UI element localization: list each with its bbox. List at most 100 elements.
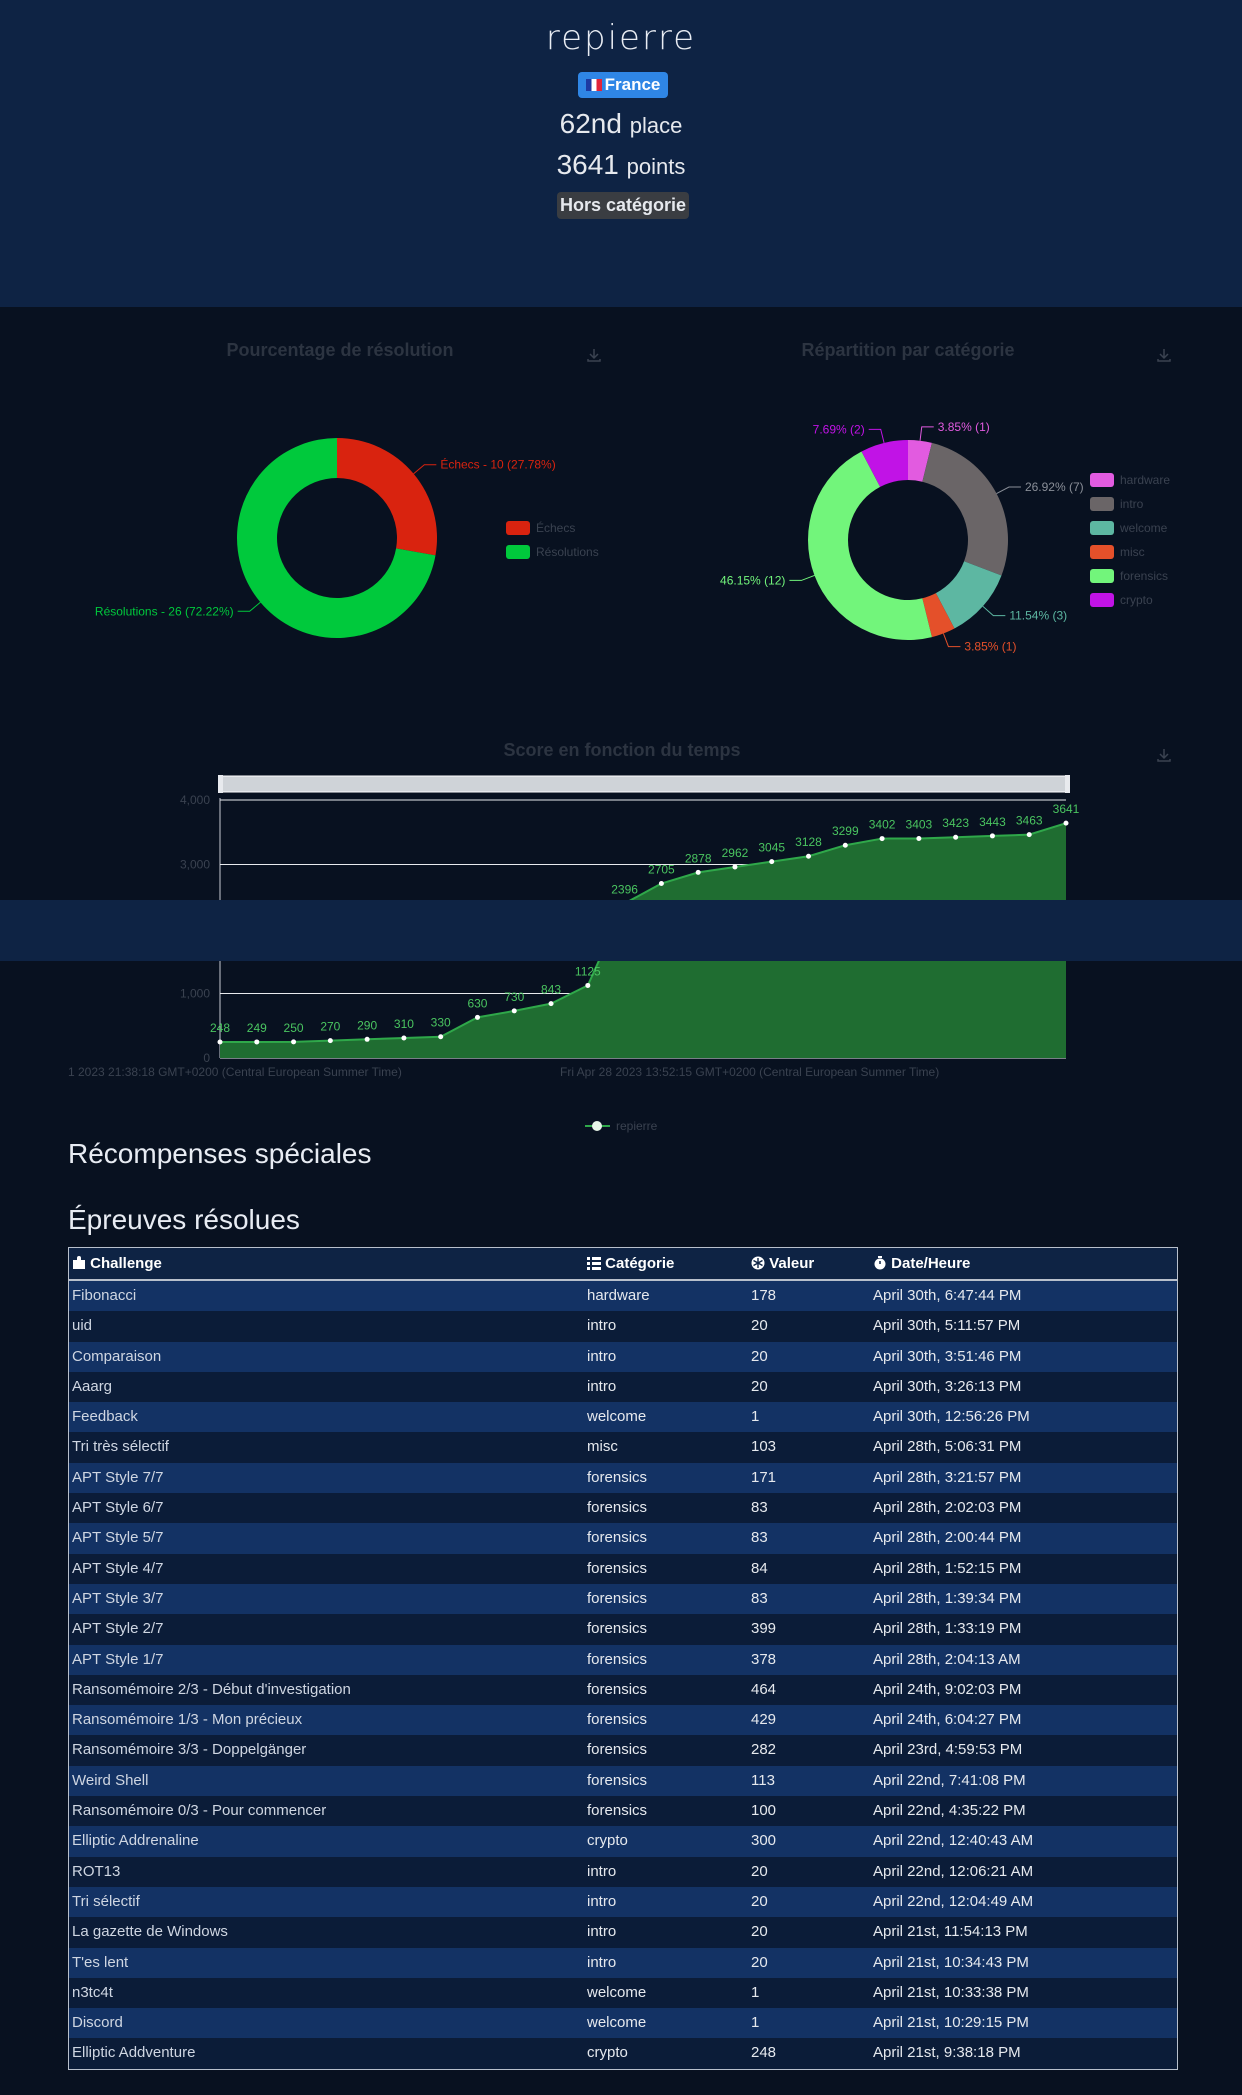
legend-item-resolutions[interactable]: Résolutions (506, 540, 599, 564)
challenge-value: 300 (751, 1832, 777, 1850)
challenge-name[interactable]: Ransomémoire 2/3 - Début d'investigation (69, 1675, 587, 1705)
challenge-name[interactable]: La gazette de Windows (69, 1917, 587, 1947)
score-point[interactable] (842, 842, 848, 848)
score-point[interactable] (989, 833, 995, 839)
challenge-name[interactable]: APT Style 4/7 (69, 1554, 587, 1584)
score-point[interactable] (474, 1014, 480, 1020)
score-point[interactable] (769, 859, 775, 865)
score-point[interactable] (401, 1035, 407, 1041)
score-point[interactable] (585, 982, 591, 988)
pie-slice-intro[interactable] (922, 442, 1008, 576)
category-legend: hardware intro welcome misc forensics cr… (1090, 468, 1170, 612)
legend-item-intro[interactable]: intro (1090, 492, 1170, 516)
score-data-label: 249 (247, 1021, 267, 1035)
header-datetime[interactable]: Date/Heure (873, 1248, 1177, 1279)
score-data-label: 270 (320, 1020, 340, 1034)
points-suffix: points (626, 154, 686, 179)
challenge-name[interactable]: Tri sélectif (69, 1887, 587, 1917)
challenge-name[interactable]: Aaarg (69, 1372, 587, 1402)
challenge-name[interactable]: T'es lent (69, 1948, 587, 1978)
challenge-datetime: April 28th, 1:33:19 PM (873, 1620, 1022, 1638)
score-point[interactable] (695, 869, 701, 875)
table-row: APT Style 5/7 forensics 83 April 28th, 2:00… (69, 1523, 1177, 1554)
challenge-name[interactable]: APT Style 1/7 (69, 1645, 587, 1675)
score-data-label: 2878 (685, 851, 712, 865)
zoom-handle-right[interactable] (1065, 775, 1070, 793)
score-point[interactable] (1026, 832, 1032, 838)
challenge-category: forensics (587, 1468, 648, 1486)
download-icon[interactable] (1156, 347, 1172, 363)
challenge-name[interactable]: uid (69, 1311, 587, 1341)
score-point[interactable] (438, 1034, 444, 1040)
pie-label-resolutions: Résolutions - 26 (72.22%) (95, 604, 234, 618)
challenge-name[interactable]: APT Style 7/7 (69, 1463, 587, 1493)
score-point[interactable] (1063, 820, 1069, 826)
table-row: Aaarg intro 20 April 30th, 3:26:13 PM (69, 1371, 1177, 1403)
score-point[interactable] (953, 834, 959, 840)
score-data-label: 3463 (1016, 814, 1043, 828)
stopwatch-icon (874, 1256, 886, 1270)
challenge-datetime: April 24th, 6:04:27 PM (873, 1711, 1022, 1729)
score-point[interactable] (916, 836, 922, 842)
legend-item-echecs[interactable]: Échecs (506, 516, 599, 540)
score-point[interactable] (548, 1001, 554, 1007)
header-challenge[interactable]: Challenge (69, 1248, 587, 1279)
legend-item-forensics[interactable]: forensics (1090, 564, 1170, 588)
legend-item-hardware[interactable]: hardware (1090, 468, 1170, 492)
header-category[interactable]: Catégorie (587, 1248, 751, 1279)
challenge-name[interactable]: Discord (69, 2008, 587, 2038)
challenge-name[interactable]: Feedback (69, 1402, 587, 1432)
zoom-navigator[interactable] (219, 775, 1069, 793)
score-point[interactable] (511, 1008, 517, 1014)
score-point[interactable] (364, 1036, 370, 1042)
challenge-datetime: April 28th, 5:06:31 PM (873, 1438, 1022, 1456)
score-point[interactable] (732, 864, 738, 870)
table-row: Comparaison intro 20 April 30th, 3:51:46 PM (69, 1341, 1177, 1372)
challenge-category: intro (587, 1317, 617, 1335)
legend-item-welcome[interactable]: welcome (1090, 516, 1170, 540)
zoom-handle-left[interactable] (218, 775, 223, 793)
score-point[interactable] (254, 1039, 260, 1045)
challenge-name[interactable]: Ransomémoire 0/3 - Pour commencer (69, 1796, 587, 1826)
table-row: Tri sélectif intro 20 April 22nd, 12:04:49 … (69, 1886, 1177, 1918)
score-point[interactable] (291, 1039, 297, 1045)
score-point[interactable] (806, 853, 812, 859)
username: repierre (545, 18, 697, 58)
pie-slice-echecs[interactable] (337, 438, 438, 556)
challenge-name[interactable]: Elliptic Addventure (69, 2038, 587, 2068)
challenge-name[interactable]: Fibonacci (69, 1281, 587, 1311)
challenge-value: 1 (751, 1983, 760, 2001)
legend-item-misc[interactable]: misc (1090, 540, 1170, 564)
challenge-name[interactable]: Tri très sélectif (69, 1432, 587, 1462)
header-value[interactable]: Valeur (751, 1248, 873, 1279)
score-point[interactable] (658, 881, 664, 887)
score-point[interactable] (327, 1038, 333, 1044)
challenge-category: forensics (587, 1771, 648, 1789)
score-data-label: 3423 (942, 816, 969, 830)
score-legend-label[interactable]: repierre (616, 1119, 658, 1133)
challenge-name[interactable]: n3tc4t (69, 1978, 587, 2008)
challenge-name[interactable]: ROT13 (69, 1857, 587, 1887)
challenge-name[interactable]: APT Style 5/7 (69, 1523, 587, 1553)
challenge-category: forensics (587, 1711, 648, 1729)
score-point[interactable] (217, 1039, 223, 1045)
download-icon[interactable] (1156, 747, 1172, 763)
pie-label-intro: 26.92% (7) (1025, 480, 1084, 494)
score-point[interactable] (879, 836, 885, 842)
challenge-name[interactable]: Ransomémoire 3/3 - Doppelgänger (69, 1735, 587, 1765)
legend-item-crypto[interactable]: crypto (1090, 588, 1170, 612)
challenge-name[interactable]: Weird Shell (69, 1766, 587, 1796)
score-data-label: 3045 (758, 841, 785, 855)
challenge-name[interactable]: Ransomémoire 1/3 - Mon précieux (69, 1705, 587, 1735)
challenge-name[interactable]: Elliptic Addrenaline (69, 1826, 587, 1856)
challenge-name[interactable]: APT Style 2/7 (69, 1614, 587, 1644)
challenge-name[interactable]: APT Style 6/7 (69, 1493, 587, 1523)
rank-suffix: place (629, 113, 683, 138)
challenge-name[interactable]: APT Style 3/7 (69, 1584, 587, 1614)
table-row: Elliptic Addrenaline crypto 300 April 22nd,… (69, 1826, 1177, 1857)
score-data-label: 3403 (906, 818, 933, 832)
category-pie-chart: 3.85% (1) 26.92% (7) 11.54% (3) 3.85% (1) 46… (720, 420, 1084, 654)
country-badge[interactable]: France (578, 72, 668, 98)
challenge-name[interactable]: Comparaison (69, 1342, 587, 1372)
download-icon[interactable] (586, 347, 602, 363)
